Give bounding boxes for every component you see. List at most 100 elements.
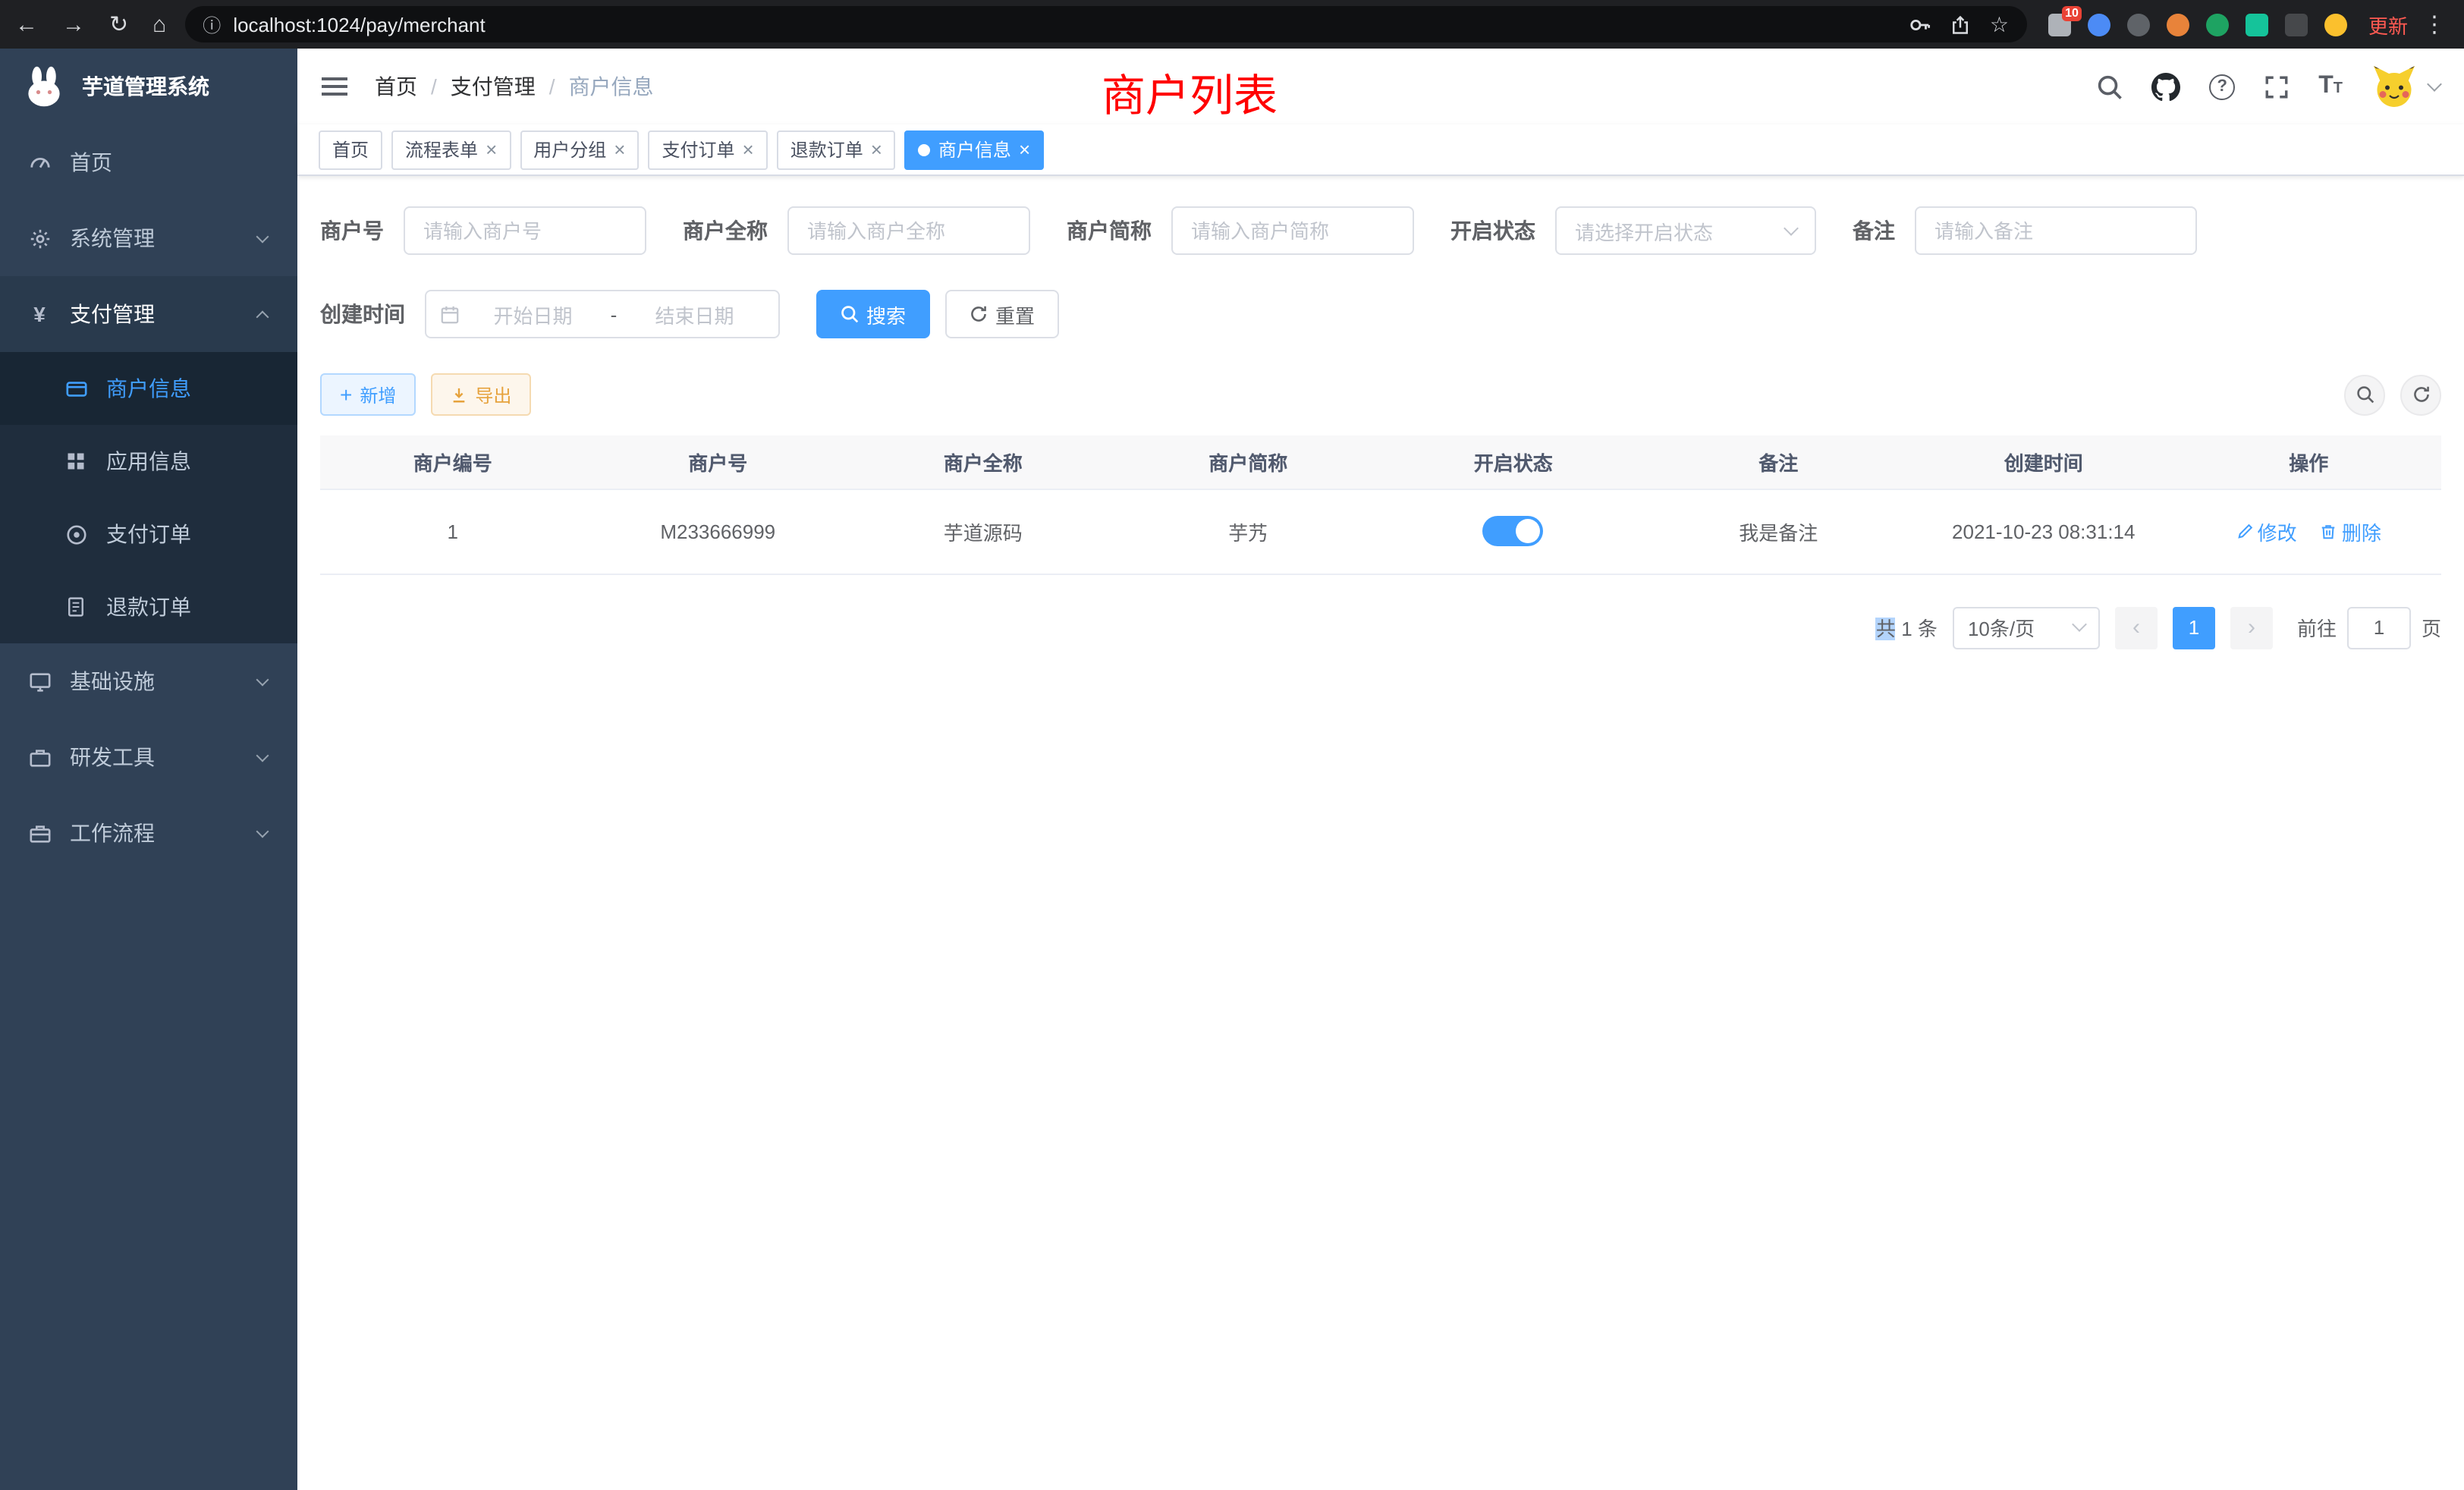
rabbit-logo-icon [21,64,67,109]
tab-payment-orders[interactable]: 支付订单× [648,130,767,169]
bookmark-star-icon[interactable]: ☆ [1990,11,2009,37]
sidebar-item-app-info[interactable]: 应用信息 [0,425,297,498]
full-name-input[interactable] [787,206,1030,255]
tab-user-group[interactable]: 用户分组× [520,130,639,169]
browser-menu-icon[interactable]: ⋮ [2423,11,2446,38]
sidebar-item-label: 退款订单 [106,592,191,622]
status-select[interactable]: 请选择开启状态 [1555,206,1816,255]
chevron-down-icon [2072,617,2087,632]
toggle-search-button[interactable] [2344,374,2385,415]
extension-emoji-icon[interactable] [2324,13,2347,36]
refresh-table-button[interactable] [2400,374,2441,415]
page-content: 商户号 商户全称 商户简称 开启状态 请选择开启状态 [297,176,2464,1490]
extension-green-circle-icon[interactable] [2206,13,2229,36]
sidebar-item-home[interactable]: 首页 [0,124,297,200]
next-page-button[interactable]: › [2230,606,2273,649]
refresh-icon [2412,385,2430,404]
sidebar-item-payment[interactable]: ¥ 支付管理 [0,276,297,352]
yen-icon: ¥ [27,302,52,326]
edit-pencil-icon [2236,523,2253,539]
app-title: 芋道管理系统 [82,71,209,102]
tab-home[interactable]: 首页 [319,130,382,169]
briefcase-icon [27,822,52,844]
table-row: 1 M233666999 芋道源码 芋艿 我是备注 2021-10-23 08:… [320,489,2441,574]
font-size-icon[interactable]: TT [2318,74,2343,99]
extension-green-square-icon[interactable] [2246,13,2268,36]
breadcrumb-payment[interactable]: 支付管理 [451,71,536,102]
edit-button[interactable]: 修改 [2236,517,2297,545]
sidebar-item-refund-orders[interactable]: 退款订单 [0,571,297,643]
search-icon[interactable] [2097,74,2123,99]
close-icon[interactable]: × [1019,140,1030,159]
address-bar[interactable]: ⓘ localhost:1024/pay/merchant ☆ [184,6,2027,42]
add-button[interactable]: + 新增 [320,373,416,416]
prev-page-button[interactable]: ‹ [2115,606,2158,649]
close-icon[interactable]: × [871,140,882,159]
sidebar-item-label: 首页 [70,147,112,178]
url-text: localhost:1024/pay/merchant [233,13,1897,36]
short-name-input[interactable] [1171,206,1414,255]
reset-button[interactable]: 重置 [945,290,1059,338]
sidebar-toggle-icon[interactable] [322,77,347,96]
page-1-button[interactable]: 1 [2173,606,2215,649]
help-icon[interactable]: ? [2209,74,2235,99]
extension-orange-icon[interactable] [2167,13,2189,36]
back-icon[interactable]: ← [15,13,38,36]
search-icon [841,305,859,323]
forward-icon[interactable]: → [62,13,85,36]
cell-status [1381,489,1646,574]
share-icon[interactable] [1950,13,1972,36]
user-avatar-menu[interactable] [2371,64,2440,109]
extension-blue-icon[interactable] [2088,13,2110,36]
fullscreen-icon[interactable] [2264,74,2290,99]
browser-update-button[interactable]: 更新 [2368,10,2408,39]
filter-merchant-no: 商户号 [320,206,646,255]
close-icon[interactable]: × [614,140,625,159]
sidebar-item-system[interactable]: 系统管理 [0,200,297,276]
sidebar-item-label: 研发工具 [70,742,155,772]
col-create-time: 创建时间 [1911,435,2176,489]
close-icon[interactable]: × [486,140,497,159]
col-short-name: 商户简称 [1116,435,1381,489]
status-toggle[interactable] [1483,516,1544,546]
password-key-icon[interactable] [1909,13,1932,36]
cell-remark: 我是备注 [1646,489,1912,574]
pagination: 共 1 条 10条/页 ‹ 1 › 前往 页 [320,606,2441,649]
github-icon[interactable] [2151,72,2180,101]
sidebar-item-infrastructure[interactable]: 基础设施 [0,643,297,719]
goto-page-input[interactable] [2347,606,2411,649]
filter-short-name: 商户简称 [1067,206,1414,255]
extension-puzzle-icon[interactable]: 10 [2048,13,2071,36]
sidebar-item-workflow[interactable]: 工作流程 [0,795,297,871]
reload-icon[interactable]: ↻ [109,13,128,36]
tab-merchant-info[interactable]: 商户信息× [905,130,1044,169]
download-icon [451,386,467,403]
create-time-range-picker[interactable]: 开始日期 - 结束日期 [425,290,780,338]
sidebar-item-payment-orders[interactable]: 支付订单 [0,498,297,571]
extension-pin-icon[interactable] [2285,13,2308,36]
home-icon[interactable]: ⌂ [152,13,166,36]
filter-remark: 备注 [1853,206,2197,255]
filter-label: 商户简称 [1067,215,1152,246]
breadcrumb-home[interactable]: 首页 [375,71,417,102]
document-icon [64,596,88,618]
tab-refund-orders[interactable]: 退款订单× [777,130,896,169]
merchant-no-input[interactable] [404,206,646,255]
site-info-icon[interactable]: ⓘ [203,11,221,37]
search-button[interactable]: 搜索 [816,290,930,338]
extension-dark-icon[interactable] [2127,13,2150,36]
extension-badge: 10 [2062,5,2082,20]
sidebar-item-dev-tools[interactable]: 研发工具 [0,719,297,795]
export-button[interactable]: 导出 [431,373,531,416]
filter-full-name: 商户全称 [683,206,1030,255]
delete-button[interactable]: 删除 [2321,517,2381,545]
sidebar-item-merchant-info[interactable]: 商户信息 [0,352,297,425]
sidebar-item-label: 支付管理 [70,299,155,329]
close-icon[interactable]: × [743,140,754,159]
tab-process-form[interactable]: 流程表单× [391,130,511,169]
remark-input[interactable] [1915,206,2197,255]
chevron-up-icon [256,310,269,323]
app-logo[interactable]: 芋道管理系统 [0,49,297,124]
avatar [2371,64,2417,109]
page-size-select[interactable]: 10条/页 [1953,606,2100,649]
